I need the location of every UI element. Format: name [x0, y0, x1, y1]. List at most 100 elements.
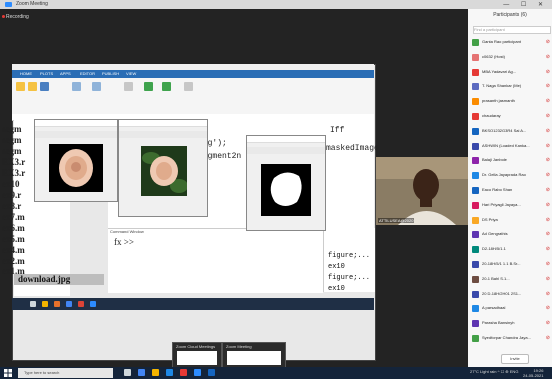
- thumbnail-preview: [227, 351, 281, 365]
- tab-home[interactable]: HOME: [20, 71, 32, 76]
- file-item[interactable]: ex8.r: [2, 201, 21, 211]
- history-line[interactable]: figure;...: [328, 252, 370, 260]
- participant-search-input[interactable]: Find a participant: [473, 26, 551, 34]
- history-line[interactable]: ex10: [328, 285, 345, 293]
- word-icon[interactable]: [208, 369, 215, 376]
- store-icon[interactable]: [166, 369, 173, 376]
- comment-icon[interactable]: [92, 82, 101, 91]
- file-explorer-icon[interactable]: [152, 369, 159, 376]
- taskbar-clock[interactable]: 19:26 24-05-2021: [523, 368, 543, 378]
- muted-mic-icon: ⊘: [545, 320, 550, 327]
- figure-window-2[interactable]: [118, 119, 208, 217]
- command-prompt[interactable]: fx >>: [114, 237, 134, 247]
- save-icon[interactable]: [40, 82, 49, 91]
- participant-name: 20-1 Bahl S.1...: [482, 275, 510, 281]
- video-participant-name: ATTILUSEA@2020: [378, 218, 415, 223]
- participant-avatar: [472, 187, 479, 194]
- tab-editor[interactable]: EDITOR: [80, 71, 95, 76]
- recording-dot-icon: [2, 15, 5, 18]
- participant-avatar: [472, 320, 479, 328]
- participant-name: T. Naga Shankar (Me): [482, 83, 522, 89]
- mail-icon[interactable]: [180, 369, 187, 376]
- participant-name: Dr. Gella Jayaprada Rao: [482, 172, 526, 178]
- thumbnail-preview: [177, 351, 217, 365]
- muted-mic-icon: ⊘: [545, 335, 550, 341]
- participant-row[interactable]: MBA Yadavari Ag... ⊘: [470, 68, 552, 77]
- thumbnail-zoom-cloud[interactable]: Zoom Cloud Meetings: [172, 342, 222, 368]
- taskbar-search-input[interactable]: Type here to search: [18, 368, 113, 378]
- participant-row[interactable]: BKSO1232G3R4 Sai A... ⊘: [470, 127, 552, 136]
- participant-row[interactable]: c0632 (Host) ⊘: [470, 53, 552, 62]
- file-item[interactable]: segm: [2, 146, 22, 156]
- file-item[interactable]: ex4.m: [2, 245, 25, 255]
- tab-view[interactable]: VIEW: [126, 71, 136, 76]
- participant-row[interactable]: 20-18H/5/1 1.1 B.Sr... ⊘: [470, 260, 552, 269]
- muted-mic-icon: ⊘: [545, 261, 550, 267]
- new-script-icon[interactable]: [16, 82, 25, 91]
- participant-avatar: [472, 113, 479, 120]
- file-item[interactable]: segm: [2, 124, 22, 134]
- invite-button[interactable]: Invite: [501, 354, 529, 364]
- shared-search-icon: [30, 301, 36, 307]
- file-item[interactable]: ex2.m: [2, 256, 25, 266]
- file-item[interactable]: ex10: [2, 179, 20, 189]
- history-line[interactable]: figure;...: [328, 274, 370, 282]
- command-window-label: Command Window: [110, 229, 144, 234]
- run-time-icon[interactable]: [184, 82, 193, 91]
- participant-row[interactable]: Balaji Janbole ⊘: [470, 156, 552, 165]
- file-item[interactable]: ex5.m: [2, 234, 25, 244]
- participant-avatar: [472, 98, 479, 106]
- system-tray[interactable]: 27°C Light rain ^ ☐ ⊕ ENG: [470, 369, 518, 374]
- participant-row[interactable]: Ganta Rao participant ⊘: [470, 38, 552, 47]
- file-item[interactable]: EX3.r: [2, 168, 25, 178]
- muted-mic-icon: ⊘: [545, 113, 550, 119]
- participant-row[interactable]: Parasha Bansinyh ⊘: [470, 319, 552, 328]
- file-item[interactable]: ex7.m: [2, 212, 25, 222]
- participant-row[interactable]: ASHWIN (Loaded Kanka... ⊘: [470, 142, 552, 151]
- participant-row[interactable]: Dr. Gella Jayaprada Rao ⊘: [470, 171, 552, 180]
- run-icon[interactable]: [144, 82, 153, 91]
- participant-row[interactable]: Syedforpar Chandra Jaya... ⊘: [470, 334, 552, 343]
- task-view-icon[interactable]: [124, 369, 131, 376]
- participant-row[interactable]: T. Naga Shankar (Me) ⊘: [470, 82, 552, 91]
- participant-row[interactable]: Ad Gengrathis ⊘: [470, 230, 552, 239]
- file-item[interactable]: ex6.m: [2, 223, 25, 233]
- windows-start-icon[interactable]: [4, 369, 12, 377]
- participant-row[interactable]: 20-1 Bahl S.1... ⊘: [470, 275, 552, 284]
- edge-icon[interactable]: [138, 369, 145, 376]
- participant-row[interactable]: chaudaray ⊘: [470, 112, 552, 121]
- participant-name: Hari Priyagli Jayaya...: [482, 201, 521, 207]
- participant-name: chaudaray: [482, 113, 501, 118]
- selected-file-item[interactable]: download.jpg: [14, 274, 104, 285]
- participant-row[interactable]: 20 D-18H/2H01 2S1... ⊘: [470, 290, 552, 299]
- file-item[interactable]: EX3.r: [2, 157, 25, 167]
- thumbnail-zoom-meeting[interactable]: Zoom Meeting: [222, 342, 286, 368]
- participant-name: Syedforpar Chandra Jaya...: [482, 335, 531, 340]
- matlab-ribbon-tabs: HOME PLOTS APPS EDITOR PUBLISH VIEW: [12, 70, 374, 78]
- participant-row[interactable]: DS Priya ⊘: [470, 216, 552, 225]
- tab-apps[interactable]: APPS: [60, 71, 71, 76]
- participant-row[interactable]: prasanth jasmanth ⊘: [470, 97, 552, 106]
- participant-row[interactable]: D2-18H/5/1.1 ⊘: [470, 245, 552, 254]
- insert-icon[interactable]: [72, 82, 81, 91]
- participant-name: A parsadhaal: [482, 305, 506, 311]
- history-line[interactable]: ex10: [328, 263, 345, 271]
- participant-row[interactable]: Eaco Rabo Shan ⊘: [470, 186, 552, 195]
- command-window[interactable]: [108, 228, 323, 293]
- muted-mic-icon: ⊘: [545, 305, 550, 312]
- figure-window-3[interactable]: [246, 135, 326, 231]
- window-controls[interactable]: — ☐ ✕: [503, 1, 548, 8]
- tab-publish[interactable]: PUBLISH: [102, 71, 119, 76]
- breakpoints-icon[interactable]: [124, 82, 133, 91]
- participant-video[interactable]: [376, 157, 468, 225]
- figure-window-1[interactable]: [34, 119, 118, 202]
- zoom-taskbar-icon[interactable]: [194, 369, 201, 376]
- open-icon[interactable]: [28, 82, 37, 91]
- participant-row[interactable]: Hari Priyagli Jayaya... ⊘: [470, 201, 552, 210]
- participants-title: Participants (6): [493, 12, 527, 18]
- file-item[interactable]: ex9.r: [2, 190, 21, 200]
- participant-row[interactable]: A parsadhaal ⊘: [470, 304, 552, 313]
- tab-plots[interactable]: PLOTS: [40, 71, 53, 76]
- file-item[interactable]: segm: [2, 135, 22, 145]
- run-advance-icon[interactable]: [162, 82, 171, 91]
